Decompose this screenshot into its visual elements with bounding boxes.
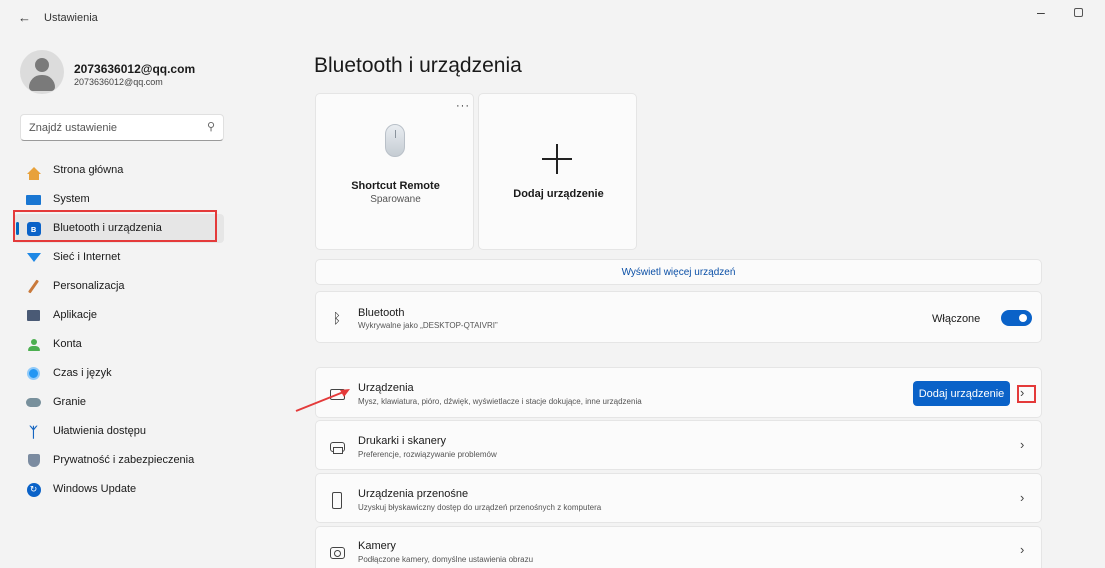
- portable-devices-row[interactable]: Urządzenia przenośne Uzyskuj błyskawiczn…: [315, 473, 1042, 523]
- home-icon: [26, 163, 41, 180]
- annotation-arrow: [295, 389, 350, 412]
- sidebar-item-label: Aplikacje: [53, 309, 98, 321]
- chevron-right-icon[interactable]: ›: [1020, 490, 1024, 505]
- update-icon: ↻: [26, 482, 41, 497]
- row-subtitle: Wykrywalne jako „DESKTOP-QTAIVRI”: [358, 321, 498, 330]
- printer-icon: [328, 438, 346, 456]
- sidebar-item-label: Czas i język: [53, 367, 112, 379]
- sidebar-item-time-language[interactable]: Czas i język: [14, 359, 224, 388]
- sidebar-item-label: Strona główna: [53, 164, 124, 176]
- sidebar-item-label: Windows Update: [53, 483, 137, 495]
- profile-name: 2073636012@qq.com: [74, 62, 196, 76]
- sidebar-item-label: System: [53, 193, 90, 205]
- annotation-chevron-box: [1017, 385, 1036, 403]
- sidebar-item-label: Granie: [53, 396, 87, 408]
- mouse-icon: [385, 124, 405, 157]
- sidebar-item-home[interactable]: Strona główna: [14, 156, 224, 185]
- row-title: Urządzenia przenośne: [358, 488, 469, 500]
- camera-icon: [328, 544, 346, 562]
- view-more-devices-link[interactable]: Wyświetl więcej urządzeń: [315, 259, 1042, 285]
- more-options-button[interactable]: ···: [456, 100, 470, 112]
- annotation-highlight-box: [13, 210, 217, 242]
- avatar: [20, 50, 64, 94]
- user-icon: [26, 337, 41, 352]
- minimize-button[interactable]: –: [1037, 4, 1045, 20]
- sidebar-nav: Strona główna System ʙ Bluetooth i urząd…: [14, 156, 226, 504]
- add-device-card[interactable]: Dodaj urządzenie: [478, 93, 637, 250]
- row-title: Bluetooth: [358, 307, 405, 319]
- system-icon: [26, 192, 41, 207]
- bluetooth-toggle[interactable]: [1001, 310, 1032, 326]
- accessibility-icon: ᛉ: [29, 423, 38, 440]
- profile-email: 2073636012@qq.com: [74, 77, 163, 87]
- sidebar-item-accounts[interactable]: Konta: [14, 330, 224, 359]
- search-input[interactable]: [29, 120, 199, 136]
- back-button[interactable]: ←: [18, 10, 31, 25]
- phone-icon: [328, 491, 346, 509]
- title-bar: ← Ustawienia –: [0, 0, 1105, 34]
- app-title: Ustawienia: [44, 12, 98, 24]
- plus-icon: [542, 144, 572, 174]
- add-device-label: Dodaj urządzenie: [513, 188, 604, 200]
- sidebar-item-label: Konta: [53, 338, 82, 350]
- chevron-right-icon[interactable]: ›: [1020, 437, 1024, 452]
- sidebar-item-label: Ułatwienia dostępu: [53, 425, 146, 437]
- cameras-row[interactable]: Kamery Podłączone kamery, domyślne ustaw…: [315, 526, 1042, 568]
- sidebar-item-apps[interactable]: Aplikacje: [14, 301, 224, 330]
- row-subtitle: Mysz, klawiatura, pióro, dźwięk, wyświet…: [358, 397, 642, 406]
- row-title: Drukarki i skanery: [358, 435, 447, 447]
- device-status: Sparowane: [370, 194, 421, 205]
- sidebar-item-label: Prywatność i zabezpieczenia: [53, 454, 195, 466]
- sidebar-item-accessibility[interactable]: ᛉ Ułatwienia dostępu: [14, 417, 224, 446]
- add-device-button[interactable]: Dodaj urządzenie: [913, 381, 1010, 406]
- apps-icon: [26, 308, 41, 323]
- search-box: ⚲: [20, 114, 224, 141]
- row-subtitle: Preferencje, rozwiązywanie problemów: [358, 450, 497, 459]
- sidebar-item-network[interactable]: Sieć i Internet: [14, 243, 224, 272]
- clock-icon: [26, 366, 41, 381]
- device-name: Shortcut Remote: [351, 180, 440, 192]
- sidebar-item-privacy[interactable]: Prywatność i zabezpieczenia: [14, 446, 224, 475]
- sidebar-item-label: Sieć i Internet: [53, 251, 121, 263]
- bluetooth-row: ᛒ Bluetooth Wykrywalne jako „DESKTOP-QTA…: [315, 291, 1042, 343]
- printers-row[interactable]: Drukarki i skanery Preferencje, rozwiązy…: [315, 420, 1042, 470]
- bluetooth-icon: ᛒ: [332, 310, 342, 326]
- gamepad-icon: [26, 395, 41, 410]
- row-subtitle: Podłączone kamery, domyślne ustawienia o…: [358, 555, 534, 564]
- chevron-right-icon[interactable]: ›: [1020, 542, 1024, 557]
- sidebar-item-label: Personalizacja: [53, 280, 125, 292]
- sidebar-item-personalization[interactable]: Personalizacja: [14, 272, 224, 301]
- row-subtitle: Uzyskuj błyskawiczny dostęp do urządzeń …: [358, 503, 602, 512]
- wifi-icon: [26, 250, 41, 265]
- maximize-button[interactable]: [1074, 8, 1083, 17]
- page-title: Bluetooth i urządzenia: [314, 54, 522, 77]
- row-title: Urządzenia: [358, 382, 414, 394]
- pen-icon: [26, 279, 41, 294]
- sidebar-item-gaming[interactable]: Granie: [14, 388, 224, 417]
- device-card[interactable]: ··· Shortcut Remote Sparowane: [315, 93, 474, 250]
- shield-icon: [26, 453, 41, 468]
- devices-row[interactable]: Urządzenia Mysz, klawiatura, pióro, dźwi…: [315, 367, 1042, 418]
- search-icon[interactable]: ⚲: [207, 120, 215, 133]
- row-title: Kamery: [358, 540, 396, 552]
- toggle-state-label: Włączone: [932, 313, 981, 325]
- sidebar-item-windows-update[interactable]: ↻ Windows Update: [14, 475, 224, 504]
